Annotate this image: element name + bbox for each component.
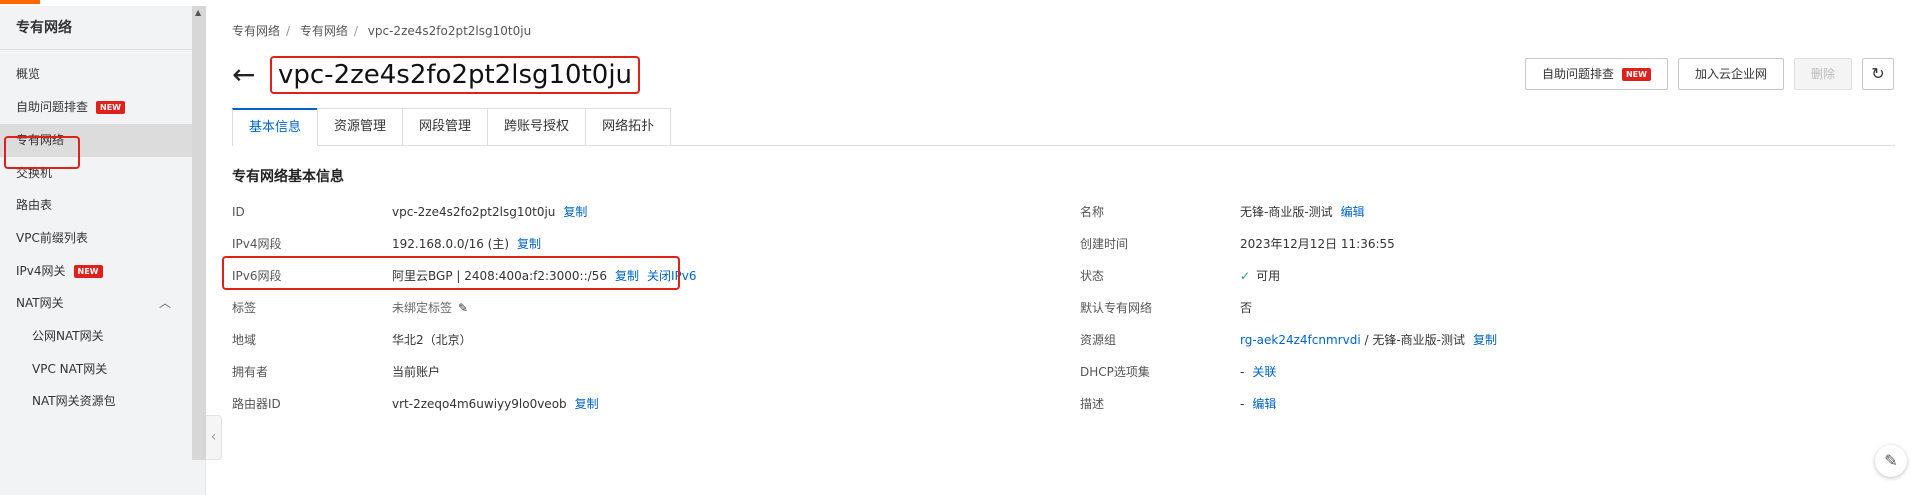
info-key-owner: 拥有者 <box>232 365 269 379</box>
info-value-resource-group: rg-aek24z4fcnmrvdi / 无锋-商业版-测试 复制 <box>1240 330 1497 350</box>
sidebar-item-troubleshoot[interactable]: 自助问题排查 NEW <box>0 91 205 124</box>
info-key-router-id: 路由器ID <box>232 397 281 411</box>
sidebar-item-label: IPv4网关 <box>16 264 66 278</box>
sidebar-title: 专有网络 <box>0 6 205 50</box>
info-key-created: 创建时间 <box>1080 237 1129 251</box>
dhcp-value: - <box>1240 365 1245 379</box>
sidebar-item-label: NAT网关资源包 <box>32 394 116 408</box>
breadcrumb-item[interactable]: 专有网络 <box>232 24 280 38</box>
info-key-default-vpc: 默认专有网络 <box>1080 301 1153 315</box>
sidebar-item-overview[interactable]: 概览 <box>0 58 205 90</box>
info-key-region: 地域 <box>232 333 257 347</box>
info-value-description: - 编辑 <box>1240 394 1276 414</box>
edit-pencil-icon[interactable]: ✎ <box>458 301 468 315</box>
sidebar-item-route-table[interactable]: 路由表 <box>0 189 205 222</box>
info-key-id: ID <box>232 205 245 219</box>
info-key-tags: 标签 <box>232 301 257 315</box>
info-value-router-id: vrt-2zeqo4m6uwiyy9lo0veob 复制 <box>392 394 599 414</box>
copy-link[interactable]: 复制 <box>1473 333 1497 347</box>
copy-link[interactable]: 复制 <box>517 237 541 251</box>
feedback-edit-icon[interactable]: ✎ <box>1875 445 1907 477</box>
breadcrumb-item[interactable]: 专有网络 <box>300 24 348 38</box>
sidebar-item-label: 路由表 <box>16 198 53 212</box>
resource-group-link[interactable]: rg-aek24z4fcnmrvdi <box>1240 333 1361 347</box>
vpc-id-value: vpc-2ze4s2fo2pt2lsg10t0ju <box>392 205 556 219</box>
edit-link[interactable]: 编辑 <box>1341 205 1365 219</box>
info-value-name: 无锋-商业版-测试 编辑 <box>1240 202 1365 222</box>
breadcrumb: 专有网络 / 专有网络 / vpc-2ze4s2fo2pt2lsg10t0ju <box>232 24 532 38</box>
breadcrumb-item: vpc-2ze4s2fo2pt2lsg10t0ju <box>367 24 532 38</box>
sidebar-item-label: 公网NAT网关 <box>32 329 104 343</box>
new-badge: NEW <box>96 101 125 114</box>
troubleshoot-button[interactable]: 自助问题排查 NEW <box>1524 58 1668 90</box>
info-value-status: ✓ 可用 <box>1240 266 1280 286</box>
page-title: vpc-2ze4s2fo2pt2lsg10t0ju <box>270 56 641 94</box>
sidebar-item-label: VPC NAT网关 <box>32 362 108 376</box>
name-value: 无锋-商业版-测试 <box>1240 205 1333 219</box>
chevron-up-icon[interactable]: ︿ <box>159 287 173 320</box>
sidebar-item-nat-package[interactable]: NAT网关资源包 <box>0 385 205 418</box>
tab-resource-management[interactable]: 资源管理 <box>317 108 404 145</box>
back-arrow-icon[interactable]: ← <box>232 60 266 90</box>
info-value-owner: 当前账户 <box>392 365 441 379</box>
brand-strip <box>0 0 40 4</box>
sidebar-item-prefix-list[interactable]: VPC前缀列表 <box>0 222 205 255</box>
join-cen-button[interactable]: 加入云企业网 <box>1677 58 1784 90</box>
troubleshoot-label: 自助问题排查 <box>1541 67 1614 81</box>
info-key-dhcp: DHCP选项集 <box>1080 365 1150 379</box>
sidebar-item-label: NAT网关 <box>16 296 64 310</box>
info-value-ipv4: 192.168.0.0/16 (主) 复制 <box>392 234 541 254</box>
tab-bar: 基本信息 资源管理 网段管理 跨账号授权 网络拓扑 <box>232 108 1895 146</box>
edit-link[interactable]: 编辑 <box>1252 397 1276 411</box>
info-key-ipv4: IPv4网段 <box>232 237 282 251</box>
tab-basic-info[interactable]: 基本信息 <box>232 108 319 146</box>
sidebar-item-ipv4-gateway[interactable]: IPv4网关 NEW <box>0 255 205 287</box>
main-content: 专有网络 / 专有网络 / vpc-2ze4s2fo2pt2lsg10t0ju ← … <box>232 6 1919 495</box>
sidebar-item-label: 自助问题排查 <box>16 100 89 114</box>
info-key-resource-group: 资源组 <box>1080 333 1117 347</box>
info-value-default-vpc: 否 <box>1240 301 1253 315</box>
sidebar-scrollbar[interactable]: ▲ <box>192 6 206 460</box>
info-value-dhcp: - 关联 <box>1240 362 1276 382</box>
associate-link[interactable]: 关联 <box>1252 365 1276 379</box>
section-title: 专有网络基本信息 <box>232 169 344 185</box>
resource-group-name: / 无锋-商业版-测试 <box>1360 333 1466 347</box>
refresh-icon[interactable]: ↻ <box>1862 58 1894 90</box>
highlight-ipv6-row <box>222 256 680 290</box>
status-value: 可用 <box>1256 269 1281 283</box>
sidebar: 专有网络 概览 自助问题排查 NEW 专有网络 交换机 路由表 VPC前缀列表 … <box>0 6 206 495</box>
info-value-region: 华北2（北京） <box>392 333 472 347</box>
info-value-created: 2023年12月12日 11:36:55 <box>1240 237 1395 251</box>
tab-topology[interactable]: 网络拓扑 <box>585 108 672 145</box>
title-bar: ← vpc-2ze4s2fo2pt2lsg10t0ju <box>232 56 641 94</box>
sidebar-item-public-nat[interactable]: 公网NAT网关 <box>0 320 205 353</box>
router-id-value: vrt-2zeqo4m6uwiyy9lo0veob <box>392 397 567 411</box>
info-value-tags: 未绑定标签 ✎ <box>392 298 468 318</box>
check-icon: ✓ <box>1240 269 1251 283</box>
info-value-id: vpc-2ze4s2fo2pt2lsg10t0ju 复制 <box>392 202 587 222</box>
info-key-name: 名称 <box>1080 205 1105 219</box>
sidebar-item-nat-gateway[interactable]: NAT网关 ︿ <box>0 287 205 320</box>
description-value: - <box>1240 397 1245 411</box>
info-key-status: 状态 <box>1080 269 1105 283</box>
tags-value: 未绑定标签 <box>392 301 453 315</box>
copy-link[interactable]: 复制 <box>575 397 599 411</box>
highlight-sidebar-vpc <box>4 136 80 169</box>
tab-cross-account-auth[interactable]: 跨账号授权 <box>487 108 587 145</box>
info-key-description: 描述 <box>1080 397 1105 411</box>
collapse-sidebar-icon[interactable]: ‹ <box>206 415 222 460</box>
sidebar-item-label: VPC前缀列表 <box>16 231 88 245</box>
tab-cidr-management[interactable]: 网段管理 <box>402 108 489 145</box>
delete-button[interactable]: 删除 <box>1793 58 1852 90</box>
scroll-up-icon[interactable]: ▲ <box>195 8 201 17</box>
ipv4-value: 192.168.0.0/16 (主) <box>392 237 510 251</box>
copy-link[interactable]: 复制 <box>563 205 587 219</box>
new-badge: NEW <box>73 264 103 278</box>
sidebar-item-label: 概览 <box>16 67 41 81</box>
sidebar-item-vpc-nat[interactable]: VPC NAT网关 <box>0 353 205 385</box>
header-actions: 自助问题排查 NEW 加入云企业网 删除 ↻ <box>1524 58 1894 90</box>
new-badge: NEW <box>1621 67 1651 81</box>
